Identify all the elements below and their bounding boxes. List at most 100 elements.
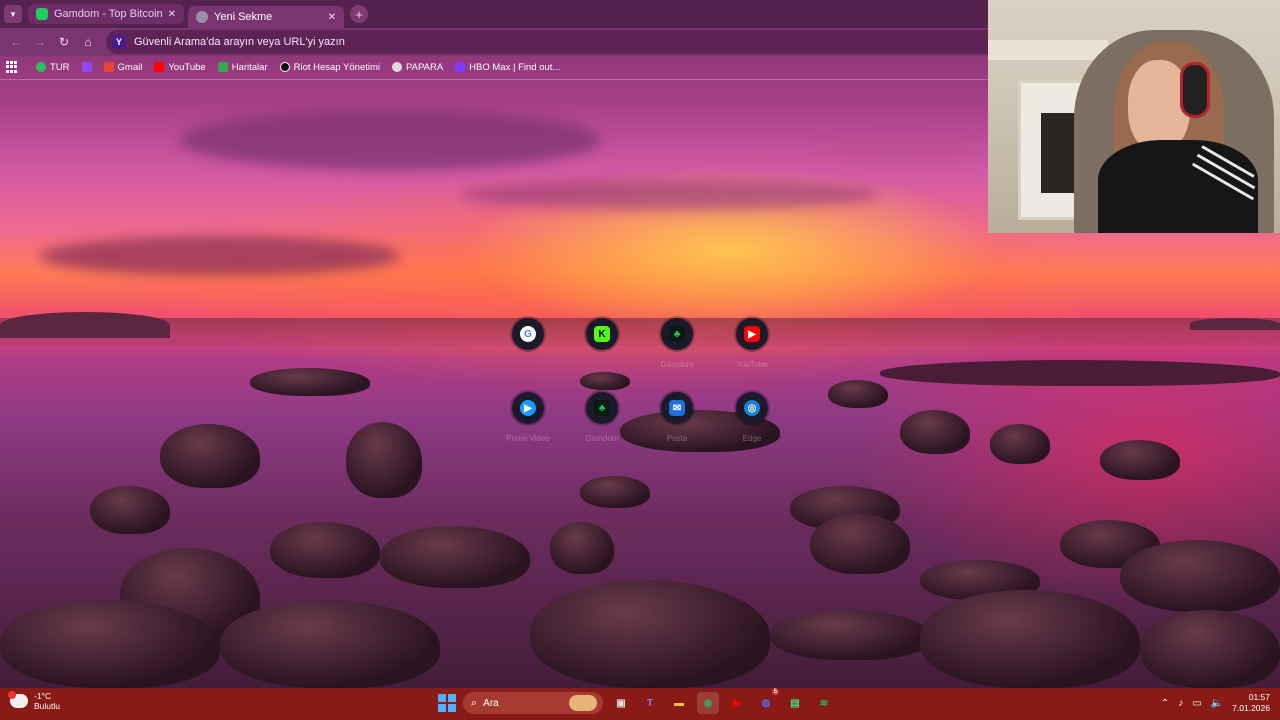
rock: [1120, 540, 1280, 612]
cloud-icon: [8, 691, 28, 708]
address-bar-placeholder: Güvenli Arama'da arayın veya URL'yi yazı…: [134, 36, 345, 48]
kick-icon: K: [594, 326, 610, 342]
rock: [220, 600, 440, 688]
bookmark-tur[interactable]: TUR: [36, 62, 70, 73]
rock: [550, 522, 614, 574]
back-button[interactable]: ←: [6, 32, 26, 52]
youtube-icon: ▶: [744, 326, 760, 342]
rock: [880, 360, 1280, 386]
cloud: [40, 236, 400, 276]
gamdom-shortcut[interactable]: ♣ Gamdom: [637, 318, 717, 369]
divider: [0, 79, 988, 80]
address-bar[interactable]: Y Güvenli Arama'da arayın veya URL'yi ya…: [106, 30, 988, 54]
bookmark-maps[interactable]: Haritalar: [217, 62, 268, 73]
forward-button[interactable]: →: [30, 32, 50, 52]
gamdom-icon: [36, 8, 48, 20]
mail-icon: ✉: [669, 400, 685, 416]
kick-shortcut[interactable]: K: [562, 318, 642, 360]
papara-icon: [392, 62, 403, 72]
primevideo-shortcut[interactable]: ▶ Prime Video: [488, 392, 568, 443]
bookmark-label: Gmail: [117, 61, 143, 73]
weather-temp: -1°C: [34, 691, 52, 701]
gmail-icon: [103, 62, 114, 72]
hbo-icon: [455, 62, 466, 72]
shortcut-tile: ✉: [661, 392, 693, 424]
tab-new-tab[interactable]: Yeni Sekme ✕: [188, 6, 344, 28]
reload-button[interactable]: ↻: [54, 32, 74, 52]
home-button[interactable]: ⌂: [78, 32, 98, 52]
star-icon: [36, 62, 46, 72]
clock[interactable]: 01:57 7.01.2026: [1232, 692, 1270, 714]
rock: [380, 526, 530, 588]
mail-shortcut[interactable]: ✉ Posta: [637, 392, 717, 443]
taskbar-search[interactable]: ⌕ Ara: [463, 692, 603, 714]
shortcut-tile: ▶: [512, 392, 544, 424]
new-tab-button[interactable]: +: [350, 5, 368, 23]
teams-icon[interactable]: T: [639, 692, 661, 714]
bookmark-twitch[interactable]: [81, 62, 92, 72]
bookmark-label: YouTube: [168, 61, 206, 73]
rock: [828, 380, 888, 408]
google-shortcut[interactable]: G: [488, 318, 568, 360]
bookmark-papara[interactable]: PAPARA: [392, 62, 443, 73]
bookmark-riot[interactable]: Riot Hesap Yönetimi: [279, 62, 380, 73]
bookmark-label: TUR: [50, 61, 70, 73]
android-app-icon[interactable]: ▤: [784, 692, 806, 714]
chevron-up-icon[interactable]: ⌃: [1161, 698, 1169, 709]
display-icon[interactable]: ▭: [1192, 698, 1201, 709]
chrome-icon[interactable]: ◉: [697, 692, 719, 714]
task-view-icon[interactable]: ▣: [610, 692, 632, 714]
microphone-icon[interactable]: ♪: [1178, 698, 1183, 709]
youtube-app-icon[interactable]: ▶: [726, 692, 748, 714]
home-icon: ⌂: [84, 35, 92, 49]
search-label: Ara: [483, 697, 499, 709]
weather-condition: Bulutlu: [34, 701, 60, 711]
gamdom2-shortcut[interactable]: ♣ Gamdom: [562, 392, 642, 443]
shortcut-tile: ♣: [661, 318, 693, 350]
shortcut-tile: ▶: [736, 318, 768, 350]
arrow-right-icon: →: [34, 35, 46, 49]
bookmark-gmail[interactable]: Gmail: [103, 61, 143, 73]
close-icon[interactable]: ✕: [168, 9, 176, 20]
file-explorer-icon[interactable]: ▬: [668, 692, 690, 714]
rock: [990, 424, 1050, 464]
cloud: [460, 180, 880, 210]
twitch-icon: [81, 62, 92, 72]
shortcut-label: Prime Video: [506, 434, 550, 443]
rock: [810, 514, 910, 574]
rock: [270, 522, 380, 578]
gamdom-icon: ♣: [669, 326, 685, 342]
rock: [770, 610, 930, 660]
taskbar-apps: ⌕ Ara ▣ T ▬ ◉ ▶ ◍ 5 ▤ ≋: [438, 689, 835, 714]
rock: [580, 476, 650, 508]
rock: [0, 600, 220, 688]
weather-widget[interactable]: -1°C Bulutlu: [8, 691, 60, 711]
windows-start-icon[interactable]: [438, 694, 456, 712]
headset-icon: [1180, 62, 1210, 118]
shortcut-label: Posta: [666, 434, 688, 443]
rock: [530, 580, 770, 688]
close-icon[interactable]: ✕: [328, 12, 336, 23]
tab-gamdom[interactable]: Gamdom - Top Bitcoin & Crypto ✕: [28, 4, 184, 24]
discord-icon[interactable]: ◍ 5: [755, 689, 779, 714]
cloud: [820, 140, 980, 160]
taskbar: -1°C Bulutlu ⌕ Ara ▣ T ▬ ◉ ▶ ◍ 5 ▤ ≋ ⌃ ♪ …: [0, 688, 1280, 720]
tab-search-button[interactable]: ▾: [4, 5, 22, 23]
google-icon: G: [520, 326, 536, 342]
search-engine-icon: Y: [112, 35, 126, 49]
edge-shortcut[interactable]: ◎ Edge: [712, 392, 792, 443]
youtube-shortcut[interactable]: ▶ YouTube: [712, 318, 792, 369]
rock: [1100, 440, 1180, 480]
bookmark-youtube[interactable]: YouTube: [154, 61, 206, 73]
spotify-icon[interactable]: ≋: [813, 692, 835, 714]
shelf: [988, 40, 1108, 60]
search-highlight-image: [569, 695, 597, 711]
chevron-down-icon: ▾: [10, 8, 16, 19]
system-tray: ⌃ ♪ ▭ 🔈 01:57 7.01.2026: [1161, 692, 1270, 714]
apps-grid-icon[interactable]: [6, 61, 18, 73]
weather-alert-badge: [8, 691, 16, 699]
volume-icon[interactable]: 🔈: [1211, 698, 1223, 709]
tab-title: Yeni Sekme: [214, 11, 273, 23]
rock: [250, 368, 370, 396]
bookmark-hbo[interactable]: HBO Max | Find out...: [455, 62, 560, 73]
